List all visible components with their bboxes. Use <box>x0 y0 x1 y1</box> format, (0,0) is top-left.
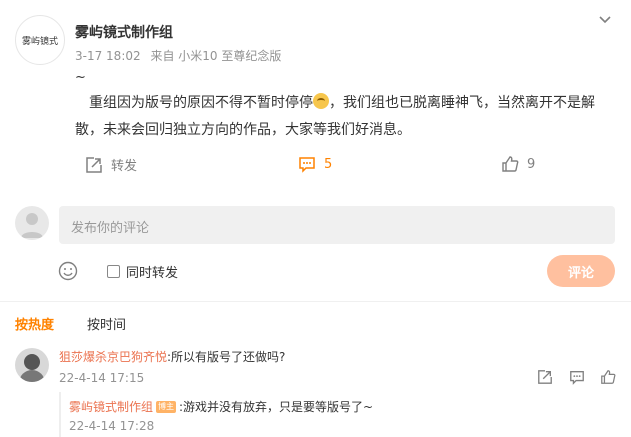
post-date[interactable]: 3-17 18:02 <box>75 49 141 63</box>
comment-time: 22-4-14 17:15 <box>59 371 145 385</box>
comment-icon <box>299 157 315 173</box>
tab-sort-time[interactable]: 按时间 <box>87 314 126 333</box>
like-count: 9 <box>527 156 536 172</box>
comment-reply-icon[interactable] <box>569 369 585 389</box>
comment-input[interactable]: 发布你的评论 <box>59 206 615 244</box>
comment-text: :所以有版号了还做吗? <box>167 350 286 364</box>
reply-indent-bar <box>59 392 61 437</box>
comment-line: 狙莎爆杀京巴狗齐悦:所以有版号了还做吗? <box>59 348 285 365</box>
also-forward-checkbox[interactable]: 同时转发 <box>107 262 178 281</box>
comment-count: 5 <box>324 156 333 172</box>
submit-comment-button[interactable]: 评论 <box>547 255 615 287</box>
chevron-down-icon[interactable] <box>596 10 614 28</box>
reply-time: 22-4-14 17:28 <box>69 419 155 433</box>
forward-button[interactable]: 转发 <box>85 155 137 174</box>
also-forward-label: 同时转发 <box>126 266 179 281</box>
post-source: 来自 小米10 至尊纪念版 <box>150 49 282 63</box>
comment-username[interactable]: 狙莎爆杀京巴狗齐悦 <box>59 350 167 364</box>
reply-username[interactable]: 雾屿镜式制作组 <box>69 398 153 415</box>
thumbs-up-icon <box>502 156 519 172</box>
checkbox-box[interactable] <box>107 265 120 278</box>
author-logo-text: 雾屿镜式 <box>21 36 58 47</box>
post-meta: 3-17 18:02 来自 小米10 至尊纪念版 <box>75 47 287 64</box>
author-avatar[interactable]: 雾屿镜式 <box>15 15 65 65</box>
author-badge: 博主 <box>156 400 177 413</box>
post-content: 重组因为版号的原因不得不暂时停停 ，我们组也已脱离睡神飞，当然离开不是解散，未来会… <box>75 90 615 144</box>
comment-button[interactable]: 5 <box>298 155 332 173</box>
emoji-picker-icon[interactable] <box>58 261 78 285</box>
divider <box>0 301 631 302</box>
my-avatar <box>15 206 49 240</box>
forward-label: 转发 <box>111 159 138 174</box>
reply-line: 雾屿镜式制作组 博主:游戏并没有放弃，只是要等版号了~ <box>69 398 373 415</box>
wink-face-emoji-icon <box>313 93 329 109</box>
commenter-avatar[interactable] <box>15 348 49 382</box>
reply-text: :游戏并没有放弃，只是要等版号了~ <box>179 400 374 414</box>
comment-like-icon[interactable] <box>600 369 616 389</box>
like-button[interactable]: 9 <box>501 155 535 173</box>
post-tilde: ~ <box>75 70 86 85</box>
tab-sort-hot[interactable]: 按热度 <box>15 314 54 333</box>
comment-forward-icon[interactable] <box>537 369 553 389</box>
post-content-part1: 重组因为版号的原因不得不暂时停停 <box>89 95 313 111</box>
author-name[interactable]: 雾屿镜式制作组 <box>75 22 173 42</box>
forward-icon <box>86 156 102 173</box>
